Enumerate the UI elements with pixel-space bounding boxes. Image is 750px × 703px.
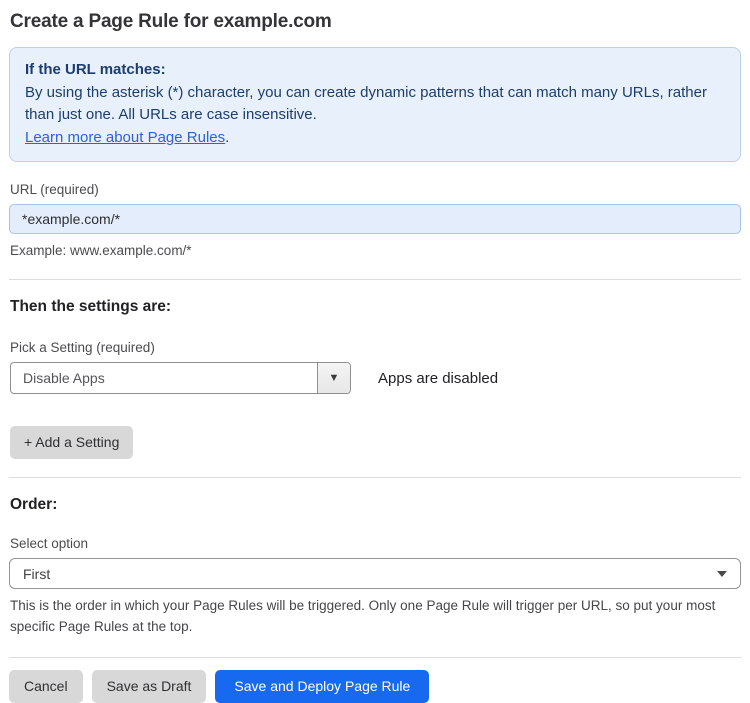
setting-select-value: Disable Apps <box>23 370 105 387</box>
url-field-label: URL (required) <box>10 182 99 197</box>
order-section-heading: Order: <box>10 496 58 514</box>
order-select[interactable]: First <box>9 558 741 590</box>
url-match-info-box: If the URL matches: By using the asteris… <box>9 47 741 162</box>
settings-section-heading: Then the settings are: <box>10 298 172 316</box>
footer-actions: Cancel Save as Draft Save and Deploy Pag… <box>9 669 741 703</box>
setting-row: Disable Apps ▼ Apps are disabled <box>10 362 741 395</box>
cancel-button[interactable]: Cancel <box>9 669 83 703</box>
page-rule-form: Create a Page Rule for example.com If th… <box>0 0 750 703</box>
order-select-value: First <box>23 565 51 582</box>
url-input[interactable] <box>9 204 741 234</box>
order-help-text: This is the order in which your Page Rul… <box>10 598 716 634</box>
divider <box>9 656 741 658</box>
chevron-down-icon <box>717 570 727 577</box>
setting-select-caret-button[interactable]: ▼ <box>317 363 350 394</box>
url-example-text: Example: www.example.com/* <box>10 243 192 258</box>
dropdown-caret-icon: ▼ <box>328 372 340 385</box>
save-as-draft-button[interactable]: Save as Draft <box>91 669 207 703</box>
learn-more-link[interactable]: Learn more about Page Rules <box>25 129 225 146</box>
info-box-body: By using the asterisk (*) character, you… <box>25 83 707 146</box>
page-title: Create a Page Rule for example.com <box>10 11 332 32</box>
info-box-heading: If the URL matches: <box>25 61 166 78</box>
divider <box>9 477 741 479</box>
save-and-deploy-button[interactable]: Save and Deploy Page Rule <box>215 669 430 703</box>
divider <box>9 279 741 281</box>
pick-setting-label: Pick a Setting (required) <box>10 340 155 356</box>
add-setting-button[interactable]: + Add a Setting <box>10 426 134 460</box>
setting-status-text: Apps are disabled <box>378 369 499 387</box>
order-select-label: Select option <box>10 536 89 552</box>
link-suffix: . <box>225 128 230 146</box>
setting-select[interactable]: Disable Apps ▼ <box>10 362 351 395</box>
